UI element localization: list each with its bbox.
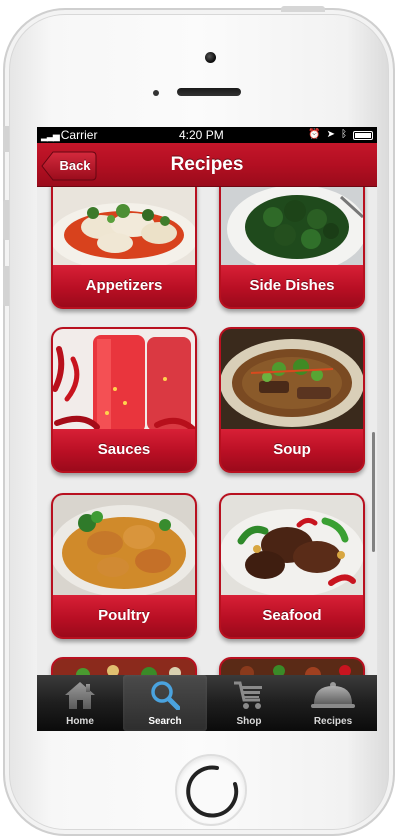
category-tile-more-1[interactable] xyxy=(51,657,197,675)
stir-fry-photo xyxy=(221,495,363,599)
tab-home[interactable]: Home xyxy=(38,675,122,731)
mute-switch xyxy=(3,126,9,152)
status-bar: ▂▃▅ Carrier 4:20 PM ⏰ ➤ ᛒ xyxy=(37,127,377,143)
app-screen: ▂▃▅ Carrier 4:20 PM ⏰ ➤ ᛒ Back Recipes A… xyxy=(37,127,377,731)
curry-chicken-photo xyxy=(53,495,195,599)
salad-photo xyxy=(53,659,195,675)
tab-label: Home xyxy=(66,716,94,727)
category-label: Side Dishes xyxy=(221,265,363,307)
category-tile-side-dishes[interactable]: Side Dishes xyxy=(219,187,365,309)
volume-up-button xyxy=(3,200,9,240)
battery-icon xyxy=(353,130,373,140)
earpiece-speaker xyxy=(177,88,241,96)
status-time: 4:20 PM xyxy=(179,128,224,142)
tab-label: Search xyxy=(148,716,182,727)
category-tile-soup[interactable]: Soup xyxy=(219,327,365,473)
scroll-indicator xyxy=(372,432,375,552)
location-arrow-icon: ➤ xyxy=(326,129,335,140)
chili-sauce-photo xyxy=(53,329,195,433)
tab-shop[interactable]: Shop xyxy=(207,675,291,731)
category-tile-more-2[interactable] xyxy=(219,657,365,675)
category-label: Appetizers xyxy=(53,265,195,307)
loading-spinner-icon xyxy=(186,765,239,818)
soup-photo xyxy=(221,329,363,433)
category-tile-seafood[interactable]: Seafood xyxy=(219,493,365,639)
dumplings-photo xyxy=(53,187,195,269)
alarm-icon: ⏰ xyxy=(308,129,321,140)
category-label: Poultry xyxy=(53,595,195,637)
greens-photo xyxy=(221,187,363,269)
category-label: Sauces xyxy=(53,429,195,471)
proximity-sensor xyxy=(153,90,159,96)
bluetooth-icon: ᛒ xyxy=(341,129,347,140)
category-tile-appetizers[interactable]: Appetizers xyxy=(51,187,197,309)
home-button[interactable] xyxy=(175,754,247,826)
category-label: Seafood xyxy=(221,595,363,637)
signal-bars-icon: ▂▃▅ xyxy=(41,131,60,141)
tab-label: Recipes xyxy=(313,716,353,727)
front-camera xyxy=(205,52,216,63)
magnifier-icon xyxy=(151,681,180,710)
tab-bar: Home Search Shop Recipes xyxy=(37,675,377,731)
carrier-name: Carrier xyxy=(60,128,98,142)
tab-recipes[interactable]: Recipes xyxy=(291,675,375,731)
category-label: Soup xyxy=(221,429,363,471)
power-button xyxy=(281,6,325,12)
category-tile-poultry[interactable]: Poultry xyxy=(51,493,197,639)
category-tile-sauces[interactable]: Sauces xyxy=(51,327,197,473)
navigation-bar: Back Recipes xyxy=(37,143,377,187)
cloche-icon xyxy=(311,682,355,708)
house-icon xyxy=(65,682,95,709)
volume-down-button xyxy=(3,266,9,306)
page-title: Recipes xyxy=(170,154,244,175)
category-grid: Appetizers Side Dishes Sauces Soup Poult… xyxy=(37,187,377,675)
tab-search[interactable]: Search xyxy=(123,675,207,731)
cart-icon xyxy=(234,681,262,709)
beef-photo xyxy=(221,659,363,675)
tab-label: Shop xyxy=(236,716,262,727)
